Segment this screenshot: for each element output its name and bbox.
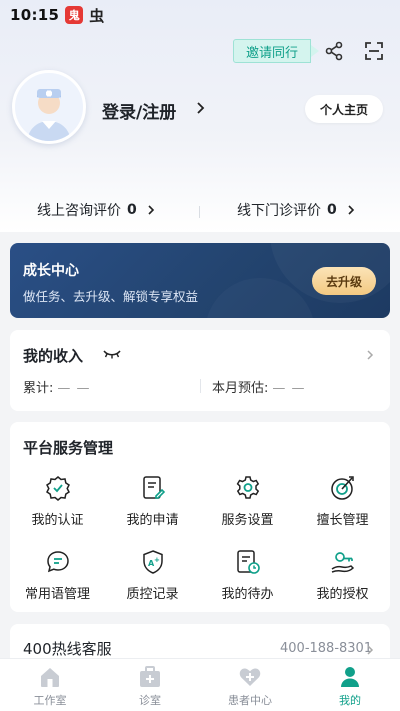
tab-patient-center[interactable]: 患者中心 [200, 659, 300, 711]
online-consult-evaluation[interactable]: 线上咨询评价 0 [37, 190, 157, 230]
evaluation-row: 线上咨询评价 0 线下门诊评价 0 [0, 190, 400, 230]
service-label: 质控记录 [126, 587, 179, 602]
service-label: 我的认证 [31, 513, 84, 528]
chevron-right-icon [197, 102, 205, 114]
chat-icon [46, 551, 69, 573]
service-my-authorization[interactable]: 我的授权 [295, 544, 390, 614]
target-icon [330, 476, 354, 500]
divider [200, 379, 201, 393]
income-card[interactable]: 我的收入 累计: — — 本月预估: — — [10, 330, 390, 411]
heart-icon [239, 668, 261, 686]
clinic-icon [140, 666, 160, 687]
offline-eval-label: 线下门诊评价 [237, 203, 321, 219]
online-eval-count: 0 [127, 202, 137, 218]
status-bar: 10:15 鬼 虫 [0, 0, 400, 30]
tab-mine[interactable]: 我的 [300, 659, 400, 711]
certification-icon [45, 476, 70, 501]
chevron-right-icon [367, 350, 374, 360]
hotline-number[interactable]: 400-188-8301 [280, 641, 372, 656]
login-register-link[interactable]: 登录/注册 [102, 98, 176, 123]
upgrade-button[interactable]: 去升级 [312, 267, 376, 295]
income-total: 累计: — — [23, 377, 91, 396]
service-label: 我的申请 [126, 513, 179, 528]
service-label: 我的授权 [316, 587, 369, 602]
hotline-title: 400热线客服 [23, 640, 112, 658]
growth-subtitle: 做任务、去升级、解锁专享权益 [23, 289, 199, 304]
service-label: 常用语管理 [24, 587, 90, 602]
personal-homepage-button[interactable]: 个人主页 [305, 95, 383, 123]
settings-icon [236, 476, 259, 499]
eye-closed-icon[interactable] [103, 349, 121, 359]
service-my-todo[interactable]: 我的待办 [200, 544, 295, 614]
services-title: 平台服务管理 [23, 439, 114, 457]
chevron-right-icon [348, 205, 354, 215]
tab-label: 患者中心 [228, 694, 272, 707]
bottom-tab-bar: 工作室 诊室 患者中心 我的 [0, 658, 400, 711]
profile-icon [341, 667, 359, 687]
service-phrases-management[interactable]: 常用语管理 [10, 544, 105, 614]
offline-eval-count: 0 [327, 202, 337, 218]
service-my-certification[interactable]: 我的认证 [10, 470, 105, 540]
offline-clinic-evaluation[interactable]: 线下门诊评价 0 [237, 190, 357, 230]
tab-clinic[interactable]: 诊室 [100, 659, 200, 711]
scan-icon[interactable] [363, 40, 385, 62]
service-label: 服务设置 [221, 513, 274, 528]
notification-bug-icon: 虫 [89, 6, 105, 25]
key-icon [331, 552, 354, 573]
growth-center-banner[interactable]: 成长中心 做任务、去升级、解锁专享权益 去升级 [10, 243, 390, 318]
doctor-avatar-icon [15, 73, 83, 141]
shield-icon: A + [142, 550, 163, 574]
tab-label: 诊室 [139, 694, 161, 707]
svg-text:+: + [154, 556, 160, 564]
chevron-right-icon [367, 645, 374, 655]
growth-title: 成长中心 [23, 263, 79, 279]
tab-studio[interactable]: 工作室 [0, 659, 100, 711]
avatar[interactable] [12, 70, 86, 144]
tab-label: 工作室 [33, 694, 67, 707]
income-title: 我的收入 [23, 347, 84, 365]
chevron-right-icon [148, 205, 154, 215]
home-icon [41, 668, 59, 687]
income-month: 本月预估: — — [212, 377, 306, 396]
service-label: 我的待办 [221, 587, 274, 602]
notification-app-icon: 鬼 [65, 6, 84, 24]
service-expertise-management[interactable]: 擅长管理 [295, 470, 390, 540]
total-value: — — [57, 381, 91, 396]
online-eval-label: 线上咨询评价 [37, 203, 121, 219]
application-icon [142, 476, 165, 499]
month-label: 本月预估: [212, 381, 269, 396]
service-quality-records[interactable]: A + 质控记录 [105, 544, 200, 614]
divider [199, 206, 200, 218]
service-my-application[interactable]: 我的申请 [105, 470, 200, 540]
tab-label: 我的 [339, 694, 361, 707]
invite-colleague-button[interactable]: 邀请同行 [233, 39, 320, 63]
total-label: 累计: [23, 381, 54, 396]
share-icon[interactable] [323, 40, 345, 62]
service-settings[interactable]: 服务设置 [200, 470, 295, 540]
status-time: 10:15 [10, 6, 60, 24]
platform-services-card: 平台服务管理 我的认证 我的申请 服务设置 擅长管理 常用语管理 A + 质控记… [10, 422, 390, 612]
month-value: — — [272, 381, 306, 396]
todo-icon [236, 550, 260, 574]
service-label: 擅长管理 [316, 513, 369, 528]
